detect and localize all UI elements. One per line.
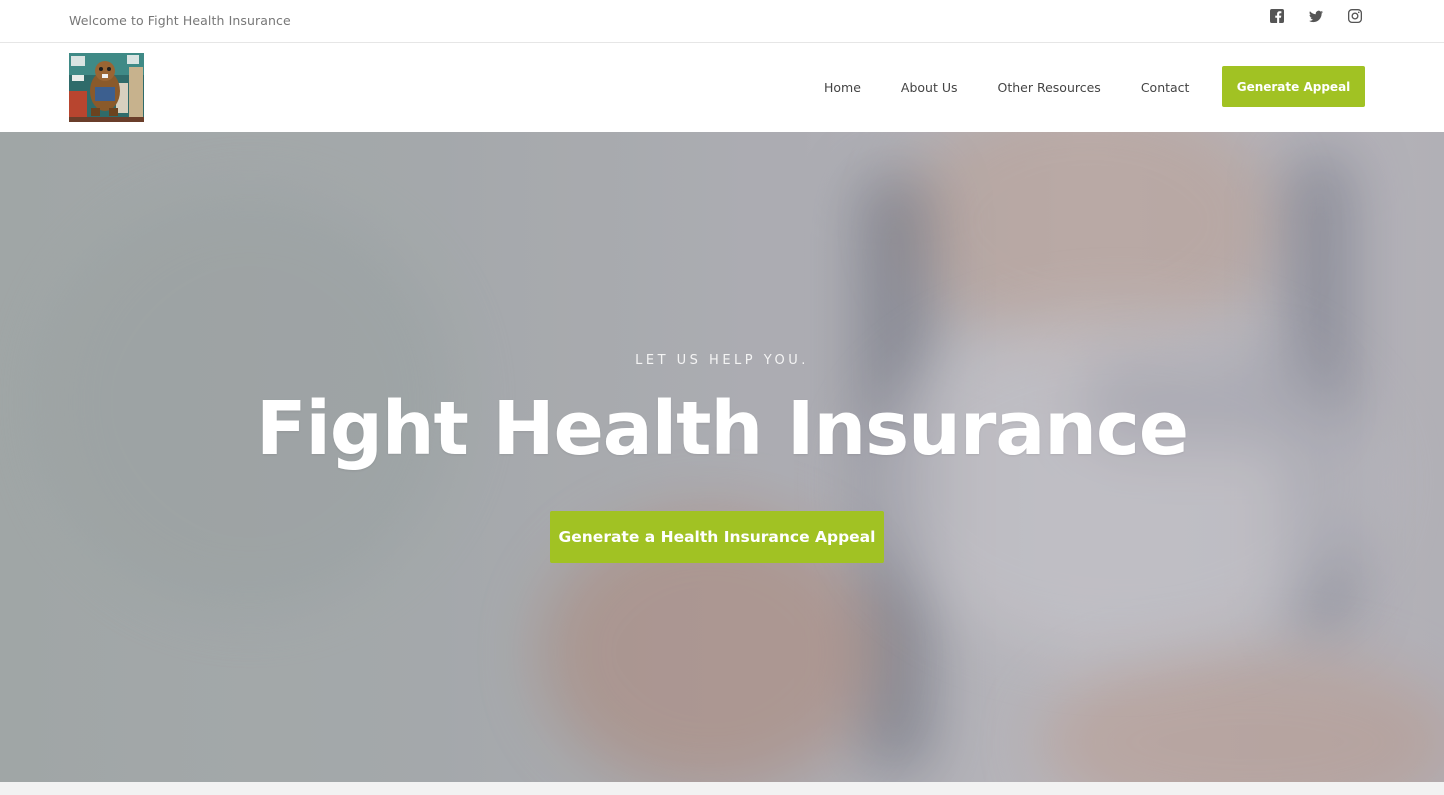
nav-links: Home About Us Other Resources Contact [804, 43, 1209, 132]
facebook-link[interactable] [1268, 7, 1286, 25]
bottom-strip [0, 782, 1444, 795]
hero-kicker: LET US HELP YOU. [635, 353, 809, 368]
facebook-icon [1270, 9, 1284, 23]
top-bar: Welcome to Fight Health Insurance [0, 0, 1444, 43]
generate-appeal-button[interactable]: Generate Appeal [1222, 66, 1365, 107]
generate-health-insurance-appeal-button[interactable]: Generate a Health Insurance Appeal [550, 511, 884, 563]
nav-about-us[interactable]: About Us [881, 80, 978, 95]
twitter-icon [1309, 10, 1323, 23]
nav-other-resources[interactable]: Other Resources [978, 80, 1121, 95]
nav-contact[interactable]: Contact [1121, 80, 1210, 95]
welcome-text: Welcome to Fight Health Insurance [69, 13, 291, 28]
beaver-logo-icon [69, 53, 144, 122]
hero-section: LET US HELP YOU. Fight Health Insurance … [0, 132, 1444, 782]
hero-content: LET US HELP YOU. Fight Health Insurance … [0, 132, 1444, 782]
main-nav: Home About Us Other Resources Contact Ge… [0, 43, 1444, 132]
hero-title: Fight Health Insurance [255, 386, 1189, 472]
twitter-link[interactable] [1307, 7, 1325, 25]
social-links [1268, 7, 1364, 25]
nav-home[interactable]: Home [804, 80, 881, 95]
instagram-icon [1348, 9, 1362, 23]
site-logo[interactable] [69, 53, 144, 122]
instagram-link[interactable] [1346, 7, 1364, 25]
